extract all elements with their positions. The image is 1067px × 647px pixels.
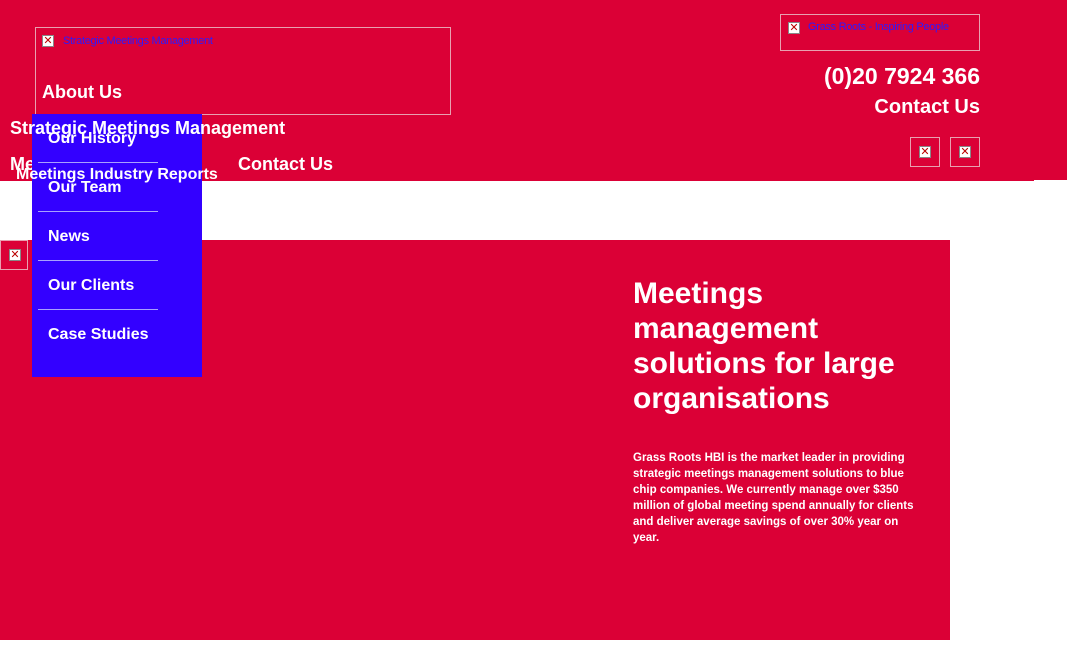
broken-image-icon: ✕ xyxy=(9,248,21,261)
broken-image-icon: ✕ xyxy=(788,21,800,34)
broken-image-icon: ✕ xyxy=(959,145,971,158)
dropdown-item-our-clients[interactable]: Our Clients xyxy=(48,277,134,295)
social-icon-2[interactable]: ✕ xyxy=(950,137,980,167)
broken-image-icon: ✕ xyxy=(42,34,54,47)
dropdown-item-case-studies[interactable]: Case Studies xyxy=(48,326,148,344)
hero-broken-image: ✕ xyxy=(0,240,28,270)
header-edge xyxy=(1034,180,1067,183)
about-dropdown-menu: Our History Our Team News Our Clients Ca… xyxy=(32,114,202,377)
hero-title: Meetings management solutions for large … xyxy=(633,277,895,415)
social-icon-1[interactable]: ✕ xyxy=(910,137,940,167)
nav-strategic-meetings-management[interactable]: Strategic Meetings Management xyxy=(10,118,285,139)
tagline-alt-text: Grass Roots - Inspiring People xyxy=(808,21,949,33)
logo-alt-text: Strategic Meetings Management xyxy=(63,35,213,47)
phone-number: (0)20 7924 366 xyxy=(823,63,980,89)
dropdown-divider xyxy=(38,162,158,163)
hero-body: Grass Roots HBI is the market leader in … xyxy=(633,452,914,544)
dropdown-item-news[interactable]: News xyxy=(48,228,90,246)
broken-image-icon: ✕ xyxy=(919,145,931,158)
nav-meetings-industry-reports[interactable]: Meetings Industry Reports xyxy=(16,166,218,184)
dropdown-divider xyxy=(38,260,158,261)
dropdown-divider xyxy=(38,211,158,212)
header-contact-link[interactable]: Contact Us xyxy=(874,96,980,119)
tagline-broken-image: ✕ Grass Roots - Inspiring People xyxy=(780,14,980,51)
nav-contact-us[interactable]: Contact Us xyxy=(238,154,333,175)
nav-about-us[interactable]: About Us xyxy=(42,82,122,103)
dropdown-divider xyxy=(38,309,158,310)
